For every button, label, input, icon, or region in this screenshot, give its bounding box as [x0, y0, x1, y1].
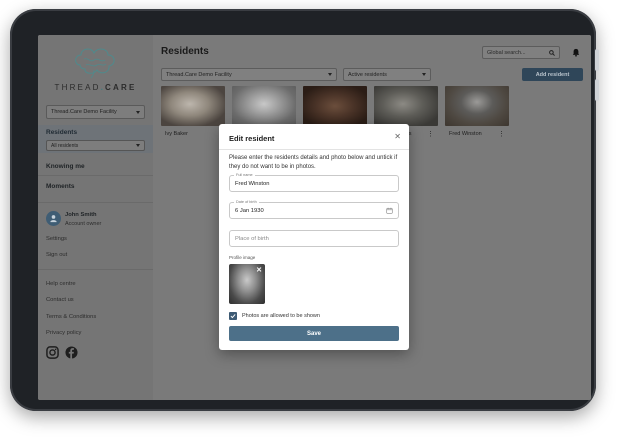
resident-photo	[161, 86, 225, 126]
resident-select-value: All residents	[51, 142, 79, 149]
brain-logo-icon	[75, 48, 115, 79]
instagram-icon[interactable]	[46, 346, 59, 359]
chevron-down-icon	[136, 110, 140, 114]
facility-filter-select[interactable]: Thread.Care Demo Facility	[161, 68, 337, 81]
facility-filter-value: Thread.Care Demo Facility	[166, 71, 232, 78]
resident-photo	[445, 86, 509, 126]
status-filter-value: Active residents	[348, 71, 387, 78]
add-resident-button[interactable]: Add resident	[522, 68, 583, 81]
profile-image[interactable]: ✕	[229, 264, 265, 304]
close-icon[interactable]: ✕	[394, 132, 401, 141]
privacy-policy-link[interactable]: Privacy policy	[46, 330, 81, 336]
divider	[219, 149, 409, 150]
sidebar-item-residents[interactable]: Residents	[46, 129, 77, 136]
full-name-value: Fred Winston	[235, 180, 270, 187]
sidebar-item-knowing-me[interactable]: Knowing me	[46, 163, 85, 170]
bell-icon[interactable]	[572, 48, 580, 57]
full-name-field[interactable]: Full name Fred Winston	[229, 173, 399, 192]
date-of-birth-label: Date of birth	[234, 200, 259, 205]
modal-title: Edit resident	[229, 134, 275, 143]
facility-select[interactable]: Thread.Care Demo Facility	[46, 105, 145, 119]
place-of-birth-placeholder: Place of birth	[235, 235, 269, 242]
user-name: John Smith	[65, 212, 97, 218]
modal-description: Please enter the residents details and p…	[229, 155, 398, 170]
resident-photo	[303, 86, 367, 126]
user-role: Account owner	[65, 221, 102, 227]
divider	[38, 202, 153, 203]
contact-us-link[interactable]: Contact us	[46, 297, 74, 303]
profile-image-label: Profile image	[229, 255, 256, 260]
help-centre-link[interactable]: Help centre	[46, 281, 76, 287]
sidebar-item-moments[interactable]: Moments	[46, 183, 75, 190]
search-placeholder: Global search...	[487, 49, 526, 56]
page-title: Residents	[161, 46, 209, 57]
divider	[38, 175, 153, 176]
user-icon	[50, 215, 57, 223]
photos-allowed-checkbox[interactable]	[229, 312, 237, 320]
volume-button	[595, 79, 599, 101]
resident-card[interactable]: Fred Winston ⋮	[445, 86, 509, 138]
chevron-down-icon	[136, 144, 140, 147]
volume-button	[595, 49, 599, 71]
remove-image-icon[interactable]: ✕	[256, 266, 262, 274]
divider	[38, 269, 153, 270]
more-options-icon[interactable]: ⋮	[498, 131, 505, 138]
sidebar: THREAD.CARE Thread.Care Demo Facility Re…	[38, 35, 153, 400]
brand-wordmark: THREAD.CARE	[54, 83, 137, 92]
checkmark-icon	[230, 314, 236, 319]
search-input[interactable]: Global search...	[482, 46, 560, 59]
chevron-down-icon	[328, 73, 332, 76]
search-icon	[549, 49, 555, 56]
full-name-label: Full name	[234, 173, 255, 178]
avatar[interactable]	[46, 211, 61, 226]
facility-select-value: Thread.Care Demo Facility	[51, 109, 117, 115]
resident-name: Ivy Baker	[165, 131, 188, 137]
facebook-icon[interactable]	[65, 346, 78, 359]
terms-link[interactable]: Terms & Conditions	[46, 314, 96, 320]
resident-select[interactable]: All residents	[46, 140, 145, 151]
resident-photo	[374, 86, 438, 126]
sign-out-link[interactable]: Sign out	[46, 252, 67, 258]
place-of-birth-field[interactable]: Place of birth	[229, 230, 399, 247]
more-options-icon[interactable]: ⋮	[427, 131, 434, 138]
status-filter-select[interactable]: Active residents	[343, 68, 431, 81]
date-of-birth-value: 6 Jan 1930	[235, 207, 264, 214]
app-screen: THREAD.CARE Thread.Care Demo Facility Re…	[38, 35, 591, 400]
calendar-icon[interactable]	[386, 207, 393, 214]
settings-link[interactable]: Settings	[46, 236, 67, 242]
save-button[interactable]: Save	[229, 326, 399, 341]
date-of-birth-field[interactable]: Date of birth 6 Jan 1930	[229, 200, 399, 219]
resident-photo	[232, 86, 296, 126]
photos-allowed-label[interactable]: Photos are allowed to be shown	[242, 313, 320, 319]
chevron-down-icon	[422, 73, 426, 76]
edit-resident-modal: Edit resident ✕ Please enter the residen…	[219, 124, 409, 350]
tablet-frame: THREAD.CARE Thread.Care Demo Facility Re…	[10, 9, 599, 411]
resident-card[interactable]: Ivy Baker	[161, 86, 225, 137]
